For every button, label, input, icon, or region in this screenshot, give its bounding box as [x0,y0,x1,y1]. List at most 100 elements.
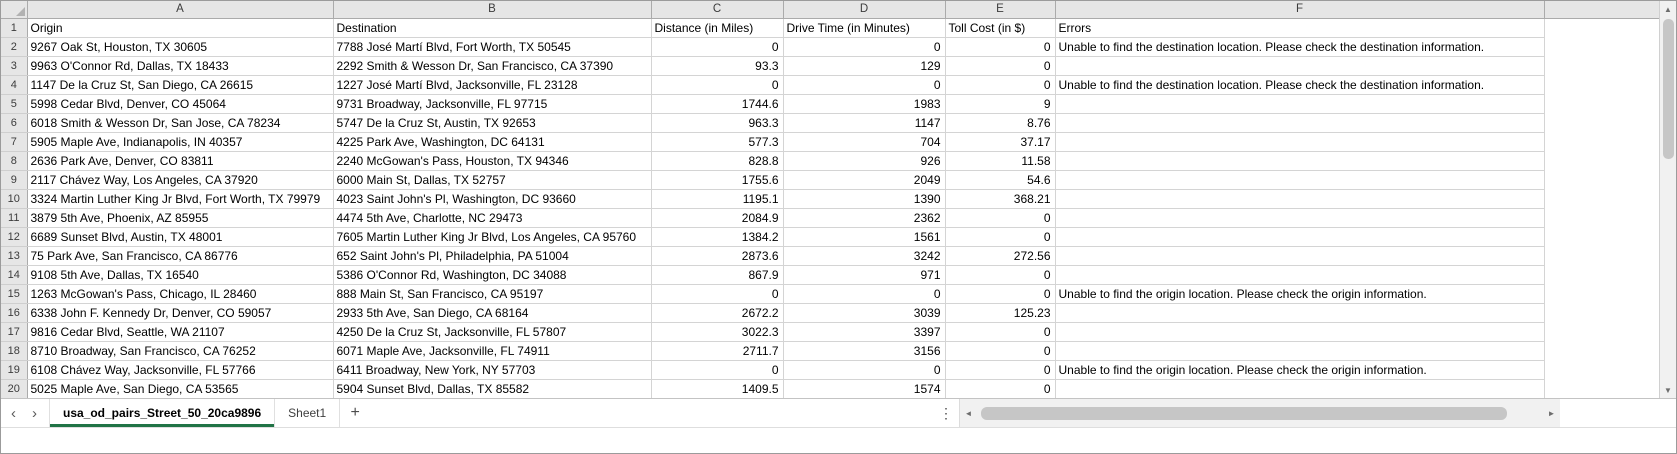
cell[interactable]: 6018 Smith & Wesson Dr, San Jose, CA 782… [27,113,333,132]
cell[interactable] [1055,265,1544,284]
cell[interactable]: 0 [783,37,945,56]
cell[interactable]: 0 [945,284,1055,303]
cell[interactable]: 963.3 [651,113,783,132]
cell[interactable]: 2933 5th Ave, San Diego, CA 68164 [333,303,651,322]
cell[interactable]: 0 [945,360,1055,379]
horizontal-scrollbar[interactable]: ◄ ► [959,399,1560,427]
cell[interactable]: 0 [783,360,945,379]
cell[interactable]: Destination [333,18,651,37]
cell[interactable]: 4474 5th Ave, Charlotte, NC 29473 [333,208,651,227]
row-header-10[interactable]: 10 [1,189,27,208]
row-header-19[interactable]: 19 [1,360,27,379]
sheet-tab-usa-od-pairs-street-50-20ca9896[interactable]: usa_od_pairs_Street_50_20ca9896 [49,399,275,427]
cell[interactable]: 8710 Broadway, San Francisco, CA 76252 [27,341,333,360]
cell[interactable]: 4023 Saint John's Pl, Washington, DC 936… [333,189,651,208]
cell[interactable]: 0 [651,360,783,379]
cell[interactable]: 9108 5th Ave, Dallas, TX 16540 [27,265,333,284]
cell[interactable]: 9963 O'Connor Rd, Dallas, TX 18433 [27,56,333,75]
cell[interactable]: Toll Cost (in $) [945,18,1055,37]
cell[interactable]: 4250 De la Cruz St, Jacksonville, FL 578… [333,322,651,341]
cell[interactable]: 3022.3 [651,322,783,341]
add-sheet-button[interactable]: + [340,399,370,427]
scroll-down-icon[interactable]: ▼ [1660,382,1676,398]
cell[interactable]: 0 [945,322,1055,341]
row-header-17[interactable]: 17 [1,322,27,341]
row-header-18[interactable]: 18 [1,341,27,360]
cell[interactable] [1055,113,1544,132]
cell[interactable]: 9816 Cedar Blvd, Seattle, WA 21107 [27,322,333,341]
cell[interactable]: 5386 O'Connor Rd, Washington, DC 34088 [333,265,651,284]
cell[interactable]: 0 [945,56,1055,75]
cell[interactable]: Unable to find the destination location.… [1055,37,1544,56]
cell[interactable] [1055,189,1544,208]
cell[interactable]: 0 [945,341,1055,360]
scroll-right-icon[interactable]: ► [1543,409,1560,418]
cell[interactable]: 1390 [783,189,945,208]
column-header-e[interactable]: E [945,1,1055,18]
cell[interactable]: 1744.6 [651,94,783,113]
cell[interactable]: 926 [783,151,945,170]
cell[interactable]: 0 [783,75,945,94]
row-header-5[interactable]: 5 [1,94,27,113]
cell[interactable]: Unable to find the destination location.… [1055,75,1544,94]
cell[interactable]: 0 [945,227,1055,246]
cell[interactable]: 2362 [783,208,945,227]
cell[interactable]: 2711.7 [651,341,783,360]
cell[interactable]: 1574 [783,379,945,398]
cell[interactable]: 5998 Cedar Blvd, Denver, CO 45064 [27,94,333,113]
cell[interactable]: 125.23 [945,303,1055,322]
cell[interactable]: 3879 5th Ave, Phoenix, AZ 85955 [27,208,333,227]
cell[interactable]: 2873.6 [651,246,783,265]
cell[interactable]: 9 [945,94,1055,113]
cell[interactable]: 1983 [783,94,945,113]
cell[interactable]: 3156 [783,341,945,360]
cell[interactable]: 828.8 [651,151,783,170]
cell[interactable] [1055,341,1544,360]
cell[interactable]: 7605 Martin Luther King Jr Blvd, Los Ang… [333,227,651,246]
cell[interactable]: 75 Park Ave, San Francisco, CA 86776 [27,246,333,265]
cell[interactable]: 0 [783,284,945,303]
cell[interactable]: Distance (in Miles) [651,18,783,37]
tab-nav-left-icon[interactable]: ‹ [11,406,16,421]
cell[interactable]: 1384.2 [651,227,783,246]
cell[interactable]: 4225 Park Ave, Washington, DC 64131 [333,132,651,151]
column-header-c[interactable]: C [651,1,783,18]
row-header-3[interactable]: 3 [1,56,27,75]
cell[interactable]: 3242 [783,246,945,265]
cell[interactable]: 2240 McGowan's Pass, Houston, TX 94346 [333,151,651,170]
cell[interactable]: 368.21 [945,189,1055,208]
cell[interactable]: 5905 Maple Ave, Indianapolis, IN 40357 [27,132,333,151]
cell[interactable]: 2292 Smith & Wesson Dr, San Francisco, C… [333,56,651,75]
cell[interactable]: 5025 Maple Ave, San Diego, CA 53565 [27,379,333,398]
cell[interactable]: 272.56 [945,246,1055,265]
cell[interactable] [1055,379,1544,398]
cell[interactable]: 0 [945,75,1055,94]
tab-options-icon[interactable]: ⋮ [933,399,959,427]
cell[interactable]: 867.9 [651,265,783,284]
row-header-2[interactable]: 2 [1,37,27,56]
row-header-7[interactable]: 7 [1,132,27,151]
cell[interactable]: 6411 Broadway, New York, NY 57703 [333,360,651,379]
column-header-a[interactable]: A [27,1,333,18]
scroll-up-icon[interactable]: ▲ [1660,1,1676,17]
cell[interactable]: 2049 [783,170,945,189]
cell[interactable]: 704 [783,132,945,151]
cell[interactable]: 2672.2 [651,303,783,322]
horizontal-scrollbar-track[interactable] [977,399,1543,427]
cell[interactable]: 5904 Sunset Blvd, Dallas, TX 85582 [333,379,651,398]
cell[interactable]: 3397 [783,322,945,341]
cell[interactable]: Errors [1055,18,1544,37]
cell[interactable] [1055,170,1544,189]
row-header-14[interactable]: 14 [1,265,27,284]
cell[interactable]: 93.3 [651,56,783,75]
cell[interactable]: 0 [945,208,1055,227]
cell[interactable]: 9267 Oak St, Houston, TX 30605 [27,37,333,56]
cell[interactable] [1055,246,1544,265]
row-header-20[interactable]: 20 [1,379,27,398]
cell[interactable]: 6108 Chávez Way, Jacksonville, FL 57766 [27,360,333,379]
cell[interactable] [1055,56,1544,75]
cell[interactable]: 3324 Martin Luther King Jr Blvd, Fort Wo… [27,189,333,208]
cell[interactable] [1055,227,1544,246]
select-all-button[interactable] [1,1,27,18]
column-header-f[interactable]: F [1055,1,1544,18]
